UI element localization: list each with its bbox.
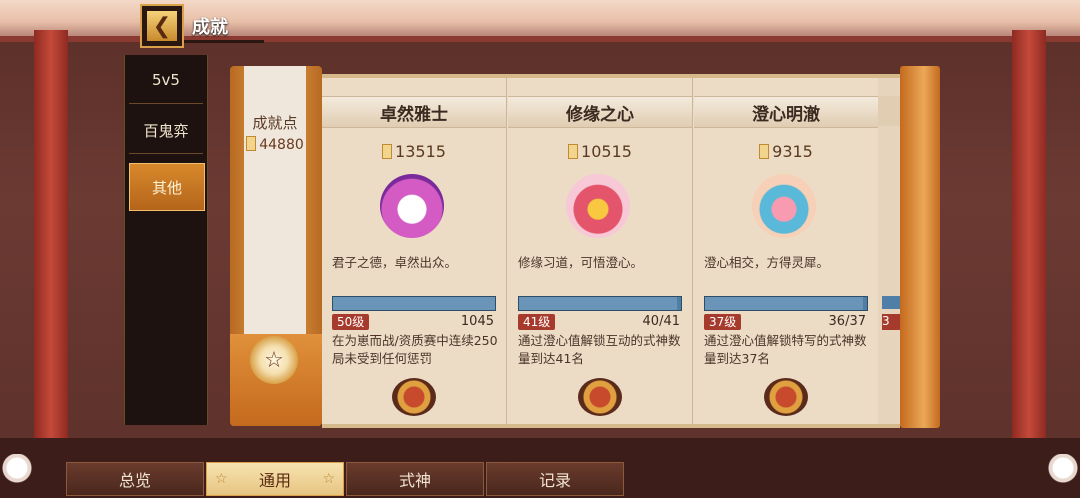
achievement-title: 修缘之心: [508, 96, 692, 128]
tab-label: 记录: [538, 471, 571, 490]
progress-fill: [333, 297, 495, 310]
right-pillar: [1012, 30, 1046, 498]
sidebar-item-other[interactable]: 其他: [129, 163, 205, 211]
achievement-points: 10515: [508, 142, 692, 161]
tab-overview[interactable]: 总览: [66, 462, 204, 496]
right-scroll-roller: [900, 66, 940, 428]
scroll-paper: [244, 66, 306, 334]
star-icon: ☆: [215, 471, 228, 487]
points-value: 44880: [259, 137, 304, 153]
achievement-points-scroll: 成就点 44880 ☆: [230, 66, 322, 426]
points-total: 44880: [244, 136, 306, 153]
achievement-card-partial[interactable]: 3: [878, 78, 900, 424]
achievement-condition: 在为崽而战/资质赛中连续250局未受到任何惩罚: [332, 333, 498, 366]
page-title: 成就: [192, 17, 228, 38]
achievement-list[interactable]: 卓然雅士 13515 君子之德，卓然出众。 50级 1045 在为崽而战/资质赛…: [322, 74, 900, 428]
sidebar-item-label: 其他: [151, 178, 182, 197]
progress-count: 40/41: [642, 314, 680, 329]
achievement-points-value: 13515: [395, 142, 446, 161]
progress-count: 36/37: [828, 314, 866, 329]
header-underline: [184, 40, 264, 43]
progress-count: 1045: [460, 314, 494, 329]
partial-progress-bar: [882, 296, 900, 309]
reward-icon[interactable]: [578, 378, 622, 416]
level-badge: 50级: [332, 314, 370, 330]
points-label: 成就点: [252, 114, 298, 132]
category-sidebar: 5v5 百鬼弈 其他: [124, 55, 208, 425]
progress-fill: [519, 297, 677, 310]
right-mascot-icon: [1048, 454, 1078, 494]
star-icon: ☆: [322, 471, 335, 487]
tab-label: 式神: [398, 471, 431, 490]
achievement-points: 13515: [322, 142, 506, 161]
achievement-progress-bar: [518, 296, 682, 311]
achievement-title: 卓然雅士: [322, 96, 506, 128]
achievement-points: 9315: [694, 142, 878, 161]
header: ❮ 成就: [140, 4, 270, 48]
reward-icon[interactable]: [392, 378, 436, 416]
coin-icon: [568, 144, 579, 159]
achievement-points-value: 9315: [772, 142, 813, 161]
sidebar-item-baiguiyi[interactable]: 百鬼弈: [129, 107, 203, 154]
tab-general[interactable]: ☆ 通用 ☆: [206, 462, 344, 496]
achievement-description: 澄心相交，方得灵犀。: [704, 255, 830, 270]
achievement-progress-bar: [704, 296, 868, 311]
tab-records[interactable]: 记录: [486, 462, 624, 496]
achievement-badge-icon: [380, 174, 444, 238]
achievement-badge-icon: [566, 174, 630, 238]
left-pillar: [34, 30, 68, 498]
level-badge: 41级: [518, 314, 556, 330]
achievement-condition: 通过澄心值解锁互动的式神数量到达41名: [518, 333, 681, 366]
achievement-condition: 通过澄心值解锁特写的式神数量到达37名: [704, 333, 867, 366]
achievement-points-value: 10515: [581, 142, 632, 161]
tab-shikigami[interactable]: 式神: [346, 462, 484, 496]
level-badge: 37级: [704, 314, 742, 330]
partial-card-header: [878, 96, 900, 126]
left-mascot-icon: [2, 454, 32, 494]
partial-level-badge: 3: [882, 314, 900, 330]
achievement-card[interactable]: 修缘之心 10515 修缘习道，可悟澄心。 41级 40/41 通过澄心值解锁互…: [508, 78, 693, 424]
chevron-left-icon: ❮: [147, 11, 177, 41]
back-button[interactable]: ❮: [140, 4, 184, 48]
bottom-tabs: 总览 ☆ 通用 ☆ 式神 记录: [66, 462, 626, 496]
pentagram-medal-icon: ☆: [250, 336, 298, 384]
tab-label: 通用: [258, 471, 291, 490]
achievement-progress-bar: [332, 296, 496, 311]
coin-icon: [382, 144, 393, 159]
tab-label: 总览: [118, 471, 151, 490]
achievement-badge-icon: [752, 174, 816, 238]
coin-icon: [759, 144, 770, 159]
sidebar-item-5v5[interactable]: 5v5: [129, 57, 203, 104]
coin-icon: [246, 136, 257, 151]
achievement-card[interactable]: 澄心明澈 9315 澄心相交，方得灵犀。 37级 36/37 通过澄心值解锁特写…: [694, 78, 879, 424]
achievement-description: 修缘习道，可悟澄心。: [518, 255, 644, 270]
sidebar-item-label: 5v5: [152, 71, 180, 89]
sidebar-item-label: 百鬼弈: [143, 121, 189, 140]
achievement-description: 君子之德，卓然出众。: [332, 255, 458, 270]
progress-fill: [705, 297, 863, 310]
reward-icon[interactable]: [764, 378, 808, 416]
achievement-title: 澄心明澈: [694, 96, 878, 128]
achievement-card[interactable]: 卓然雅士 13515 君子之德，卓然出众。 50级 1045 在为崽而战/资质赛…: [322, 78, 507, 424]
